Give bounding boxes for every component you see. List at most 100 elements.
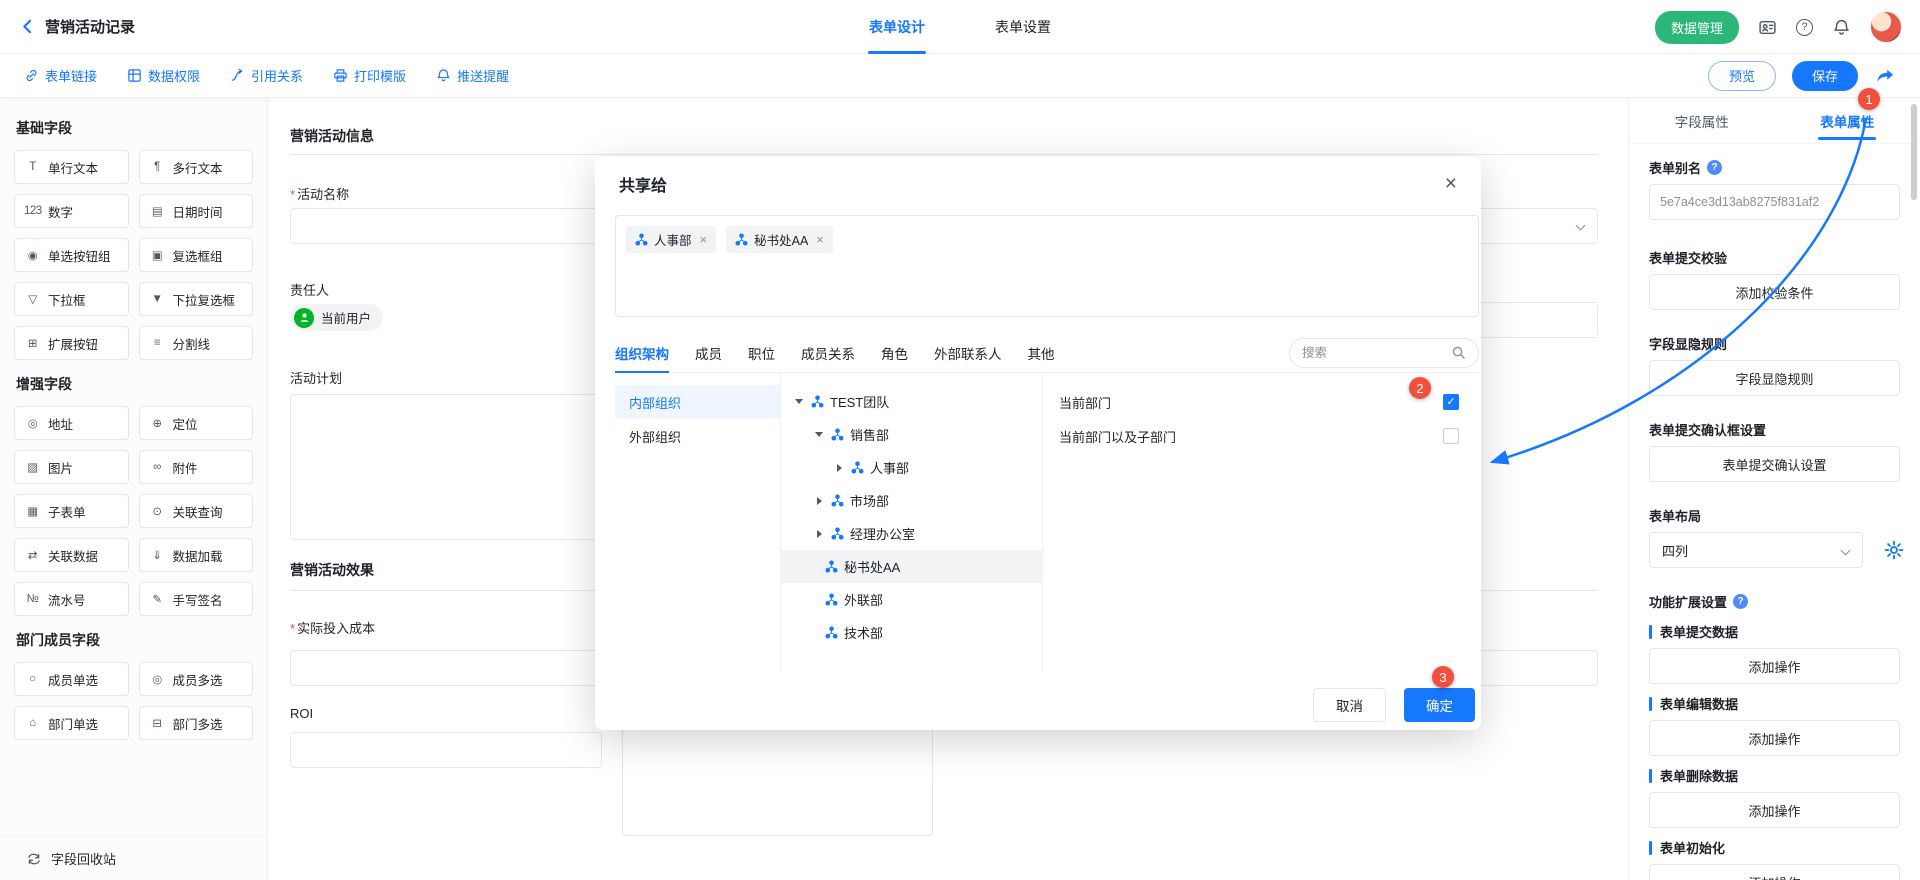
close-icon[interactable]: × xyxy=(1445,172,1457,196)
save-button[interactable]: 保存 xyxy=(1792,61,1858,91)
add-check-condition-button[interactable]: 添加校验条件 xyxy=(1649,274,1900,310)
field-image[interactable]: ▨图片 xyxy=(14,450,129,484)
user-avatar[interactable] xyxy=(1870,11,1902,43)
tab-member-relations[interactable]: 成员关系 xyxy=(801,333,855,372)
cost-input[interactable] xyxy=(290,650,602,686)
push-reminder-action[interactable]: 推送提醒 xyxy=(436,66,509,85)
add-action-button-submit[interactable]: 添加操作 xyxy=(1649,648,1900,684)
data-manage-button[interactable]: 数据管理 xyxy=(1655,11,1739,44)
help-icon[interactable]: ? xyxy=(1796,19,1813,36)
checkbox-unchecked-icon[interactable] xyxy=(1443,428,1459,444)
visibility-rule-button[interactable]: 字段显隐规则 xyxy=(1649,360,1900,396)
form-alias-label: 表单别名 ? xyxy=(1649,158,1722,177)
remove-tag-icon[interactable]: × xyxy=(700,232,708,247)
tree-node-hr[interactable]: 人事部 xyxy=(781,451,1042,484)
field-multi-line-text[interactable]: ¶多行文本 xyxy=(139,150,254,184)
field-related-query[interactable]: ⊙关联查询 xyxy=(139,494,254,528)
notification-bell-icon[interactable] xyxy=(1832,18,1851,37)
add-action-button-edit[interactable]: 添加操作 xyxy=(1649,720,1900,756)
cancel-button[interactable]: 取消 xyxy=(1313,688,1386,722)
field-address[interactable]: ◎地址 xyxy=(14,406,129,440)
tab-form-properties[interactable]: 表单属性 xyxy=(1775,98,1920,143)
field-recycle-bin[interactable]: 字段回收站 xyxy=(0,836,267,880)
field-location[interactable]: ⊕定位 xyxy=(139,406,254,440)
basic-fields-grid: T单行文本 ¶多行文本 123数字 ▤日期时间 ◉单选按钮组 ▣复选框组 ▽下拉… xyxy=(14,150,253,360)
roi-label: ROI xyxy=(290,706,313,721)
field-datetime[interactable]: ▤日期时间 xyxy=(139,194,254,228)
owner-chip[interactable]: 当前用户 xyxy=(290,304,383,331)
help-circle-icon[interactable]: ? xyxy=(1733,594,1748,609)
field-related-data[interactable]: ⇄关联数据 xyxy=(14,538,129,572)
caret-down-icon[interactable] xyxy=(793,399,805,404)
member-card-icon[interactable] xyxy=(1758,18,1777,37)
help-circle-icon[interactable]: ? xyxy=(1707,160,1722,175)
text-icon: T xyxy=(24,161,41,173)
tree-node-secretary-selected[interactable]: 秘书处AA xyxy=(781,550,1042,583)
tree-node-manager-office[interactable]: 经理办公室 xyxy=(781,517,1042,550)
option-current-dept-and-sub[interactable]: 当前部门以及子部门 xyxy=(1043,419,1479,453)
form-link-action[interactable]: 表单链接 xyxy=(24,66,97,85)
field-divider[interactable]: ≡分割线 xyxy=(139,326,254,360)
field-single-line-text[interactable]: T单行文本 xyxy=(14,150,129,184)
field-attachment[interactable]: ∞附件 xyxy=(139,450,254,484)
tree-node-external-dept[interactable]: 外联部 xyxy=(781,583,1042,616)
tab-form-design[interactable]: 表单设计 xyxy=(869,0,925,54)
tab-external-contacts[interactable]: 外部联系人 xyxy=(934,333,1002,372)
tab-members[interactable]: 成员 xyxy=(695,333,722,372)
print-template-action[interactable]: 打印模版 xyxy=(333,66,406,85)
field-radio-group[interactable]: ◉单选按钮组 xyxy=(14,238,129,272)
field-subform[interactable]: ▦子表单 xyxy=(14,494,129,528)
share-icon[interactable] xyxy=(1874,66,1896,86)
field-multi-select[interactable]: ▼下拉复选框 xyxy=(139,282,254,316)
caret-right-icon[interactable] xyxy=(813,530,825,538)
field-data-load[interactable]: ⇓数据加载 xyxy=(139,538,254,572)
search-input[interactable] xyxy=(1302,346,1445,360)
page-scrollbar[interactable] xyxy=(1911,104,1917,200)
tree-node-tech-dept[interactable]: 技术部 xyxy=(781,616,1042,649)
field-signature[interactable]: ✎手写签名 xyxy=(139,582,254,616)
field-serial-number[interactable]: №流水号 xyxy=(14,582,129,616)
confirm-button[interactable]: 确定 xyxy=(1404,688,1475,722)
tree-node-sales[interactable]: 销售部 xyxy=(781,418,1042,451)
location-icon: ⊕ xyxy=(149,416,166,430)
tab-roles[interactable]: 角色 xyxy=(881,333,908,372)
add-action-button-delete[interactable]: 添加操作 xyxy=(1649,792,1900,828)
field-dept-single[interactable]: ⌂部门单选 xyxy=(14,706,129,740)
org-type-list: 内部组织 外部组织 xyxy=(615,373,781,673)
field-member-multi[interactable]: ◎成员多选 xyxy=(139,662,254,696)
field-checkbox-group[interactable]: ▣复选框组 xyxy=(139,238,254,272)
field-number[interactable]: 123数字 xyxy=(14,194,129,228)
tab-positions[interactable]: 职位 xyxy=(748,333,775,372)
org-type-external[interactable]: 外部组织 xyxy=(615,419,780,453)
share-dialog: 共享给 × 人事部 × 秘书处AA × 组织架构 成员 职位 成员关系 角色 外… xyxy=(595,157,1481,730)
option-current-dept[interactable]: 当前部门 xyxy=(1043,385,1479,419)
roi-input[interactable] xyxy=(290,732,602,768)
data-permission-action[interactable]: 数据权限 xyxy=(127,66,200,85)
field-member-single[interactable]: ○成员单选 xyxy=(14,662,129,696)
tab-form-settings[interactable]: 表单设置 xyxy=(995,0,1051,54)
tab-org-structure[interactable]: 组织架构 xyxy=(615,333,669,372)
add-action-button-init[interactable]: 添加操作 xyxy=(1649,864,1900,880)
tree-node-marketing[interactable]: 市场部 xyxy=(781,484,1042,517)
org-type-internal[interactable]: 内部组织 xyxy=(615,385,780,419)
scope-options: 当前部门 当前部门以及子部门 xyxy=(1043,373,1479,673)
caret-down-icon[interactable] xyxy=(813,432,825,437)
selected-targets-box[interactable]: 人事部 × 秘书处AA × xyxy=(615,215,1479,317)
preview-button[interactable]: 预览 xyxy=(1708,61,1776,91)
back-button[interactable] xyxy=(20,19,35,34)
field-dept-multi[interactable]: ⊟部门多选 xyxy=(139,706,254,740)
remove-tag-icon[interactable]: × xyxy=(816,232,824,247)
caret-right-icon[interactable] xyxy=(833,464,845,472)
field-extend-button[interactable]: ⊞扩展按钮 xyxy=(14,326,129,360)
submit-confirm-button[interactable]: 表单提交确认设置 xyxy=(1649,446,1900,482)
tab-other[interactable]: 其他 xyxy=(1028,333,1055,372)
form-layout-select[interactable]: 四列 xyxy=(1649,532,1863,568)
layout-settings-gear-icon[interactable] xyxy=(1884,540,1904,560)
tab-field-properties[interactable]: 字段属性 xyxy=(1629,98,1775,143)
reference-relation-action[interactable]: 引用关系 xyxy=(230,66,303,85)
tree-node-test-team[interactable]: TEST团队 xyxy=(781,385,1042,418)
caret-right-icon[interactable] xyxy=(813,497,825,505)
field-select[interactable]: ▽下拉框 xyxy=(14,282,129,316)
form-alias-input[interactable]: 5e7a4ce3d13ab8275f831af2 xyxy=(1649,184,1900,220)
checkbox-checked-icon[interactable] xyxy=(1443,394,1459,410)
